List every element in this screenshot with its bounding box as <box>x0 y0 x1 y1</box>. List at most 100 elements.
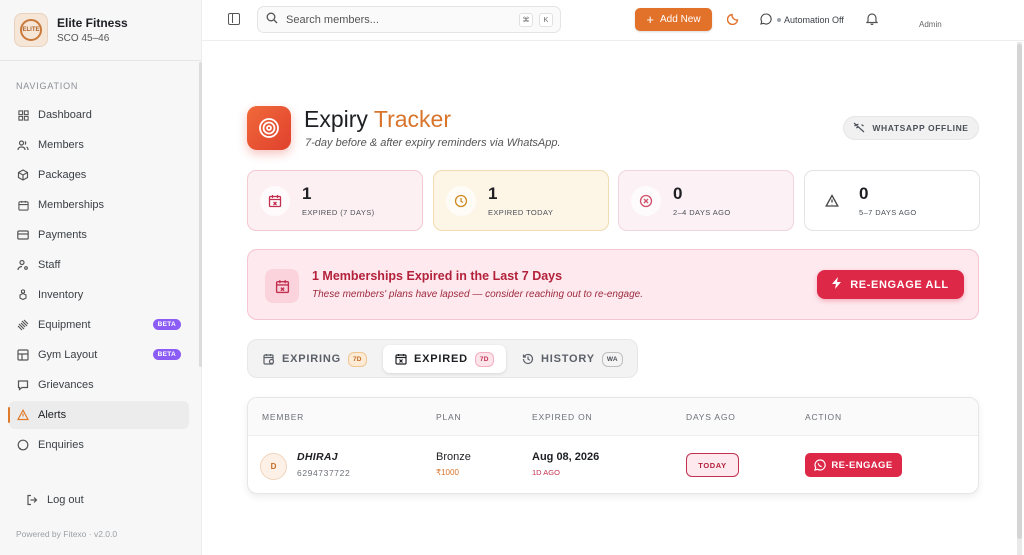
stat-label: 5–7 DAYS AGO <box>859 208 917 217</box>
banner-title: 1 Memberships Expired in the Last 7 Days <box>312 269 563 283</box>
banner-subtitle: These members' plans have lapsed — consi… <box>312 289 643 300</box>
sidebar-scrollbar[interactable] <box>199 62 202 367</box>
days-ago-badge: TODAY <box>686 453 739 477</box>
calendar-x-icon <box>395 353 407 365</box>
sidebar-item-label: Equipment <box>38 319 91 331</box>
sidebar-item-label: Grievances <box>38 379 94 391</box>
re-engage-all-button[interactable]: RE-ENGAGE ALL <box>817 270 964 299</box>
calendar-clock-icon <box>263 353 275 365</box>
tab-expiring[interactable]: EXPIRING 7D <box>263 345 367 373</box>
sidebar-item-equipment[interactable]: Equipment BETA <box>9 311 189 339</box>
sidebar-item-label: Memberships <box>38 199 105 211</box>
nav-heading: NAVIGATION <box>16 81 79 91</box>
whatsapp-status-label: WHATSAPP OFFLINE <box>872 123 969 133</box>
sidebar-item-inventory[interactable]: Inventory <box>9 281 189 309</box>
stat-value: 0 <box>859 184 869 203</box>
plan-price: ₹1000 <box>436 468 459 477</box>
status-dot <box>777 18 781 22</box>
plan-name: Bronze <box>436 451 471 463</box>
dumbbell-icon <box>17 319 29 331</box>
re-engage-all-label: RE-ENGAGE ALL <box>850 278 949 291</box>
user-cog-icon <box>17 259 29 271</box>
beta-badge: BETA <box>152 319 181 330</box>
re-engage-label: RE-ENGAGE <box>831 459 893 471</box>
calendar-icon <box>17 199 29 211</box>
sidebar-item-label: Enquiries <box>38 439 84 451</box>
brand-logo-mark: ELITE <box>20 19 42 41</box>
layout-icon <box>17 349 29 361</box>
user-label[interactable]: Admin <box>919 20 942 29</box>
whatsapp-icon <box>760 13 772 27</box>
tab-expired[interactable]: EXPIRED 7D <box>383 345 506 373</box>
moon-icon[interactable] <box>726 12 740 30</box>
add-new-label: Add New <box>660 14 701 25</box>
calendar-x-icon <box>260 185 290 216</box>
automation-label: Automation Off <box>784 15 844 25</box>
alert-triangle-icon <box>17 409 29 421</box>
calendar-x-icon <box>265 269 299 303</box>
sidebar: ELITE Elite Fitness SCO 45–46 NAVIGATION… <box>0 0 202 555</box>
sidebar-item-label: Inventory <box>38 289 84 301</box>
automation-toggle[interactable]: Automation Off <box>760 13 844 27</box>
member-name[interactable]: DHIRAJ <box>297 451 338 463</box>
whatsapp-status-badge[interactable]: WHATSAPP OFFLINE <box>843 116 979 140</box>
sidebar-item-payments[interactable]: Payments <box>9 221 189 249</box>
sidebar-item-members[interactable]: Members <box>9 131 189 159</box>
main-scrollbar[interactable] <box>1017 42 1022 555</box>
package-icon <box>17 169 29 181</box>
page-title-accent: Tracker <box>373 106 451 132</box>
bell-icon[interactable] <box>865 12 879 30</box>
page-subtitle: 7-day before & after expiry reminders vi… <box>305 137 561 149</box>
tab-badge: 7D <box>347 351 367 367</box>
logout-label: Log out <box>47 494 84 506</box>
message-icon <box>17 379 29 391</box>
brand-logo: ELITE <box>14 13 48 47</box>
chat-icon <box>17 439 29 451</box>
tab-history[interactable]: HISTORY WA <box>522 345 623 373</box>
tab-label: EXPIRED <box>414 353 468 365</box>
sidebar-item-label: Staff <box>38 259 61 271</box>
topbar: Search members... ⌘ K + Add New Automati… <box>202 0 1024 41</box>
kbd-k: K <box>539 13 553 27</box>
add-new-button[interactable]: + Add New <box>635 8 712 31</box>
sidebar-item-memberships[interactable]: Memberships <box>9 191 189 219</box>
powered-by: Powered by Fitexo · v2.0.0 <box>16 529 118 539</box>
tab-badge: 7D <box>474 351 494 367</box>
wifi-off-icon <box>853 122 865 135</box>
sidebar-item-staff[interactable]: Staff <box>9 251 189 279</box>
column-header: EXPIRED ON <box>532 412 593 422</box>
stat-label: EXPIRED (7 DAYS) <box>302 208 375 217</box>
boxes-icon <box>17 289 29 301</box>
sidebar-toggle-icon[interactable] <box>228 13 240 25</box>
kbd-cmd: ⌘ <box>519 13 533 27</box>
brand-subtitle: SCO 45–46 <box>57 33 110 44</box>
re-engage-button[interactable]: RE-ENGAGE <box>805 453 902 477</box>
sidebar-item-enquiries[interactable]: Enquiries <box>9 431 189 459</box>
table-header: MEMBER PLAN EXPIRED ON DAYS AGO ACTION <box>248 398 978 436</box>
sidebar-item-alerts[interactable]: Alerts <box>8 401 189 429</box>
search-input[interactable]: Search members... ⌘ K <box>257 6 561 33</box>
search-icon <box>266 11 278 29</box>
bolt-icon <box>832 277 842 292</box>
alert-triangle-icon <box>817 185 847 216</box>
sidebar-item-label: Dashboard <box>38 109 92 121</box>
brand-name: Elite Fitness <box>57 16 128 30</box>
expired-ago: 1D AGO <box>532 468 560 477</box>
logout-button[interactable]: Log out <box>18 486 198 514</box>
members-table: MEMBER PLAN EXPIRED ON DAYS AGO ACTION D… <box>247 397 979 494</box>
brand[interactable]: ELITE Elite Fitness SCO 45–46 <box>0 0 201 60</box>
tab-label: HISTORY <box>541 353 595 365</box>
sidebar-item-grievances[interactable]: Grievances <box>9 371 189 399</box>
sidebar-item-label: Packages <box>38 169 87 181</box>
stat-value: 1 <box>302 184 312 203</box>
logout-icon <box>26 494 38 506</box>
whatsapp-icon <box>814 459 827 471</box>
stat-label: 2–4 DAYS AGO <box>673 208 731 217</box>
sidebar-item-dashboard[interactable]: Dashboard <box>9 101 189 129</box>
sidebar-item-gym-layout[interactable]: Gym Layout BETA <box>9 341 189 369</box>
stat-label: EXPIRED TODAY <box>488 208 554 217</box>
beta-badge: BETA <box>152 349 181 360</box>
column-header: PLAN <box>436 412 462 422</box>
credit-card-icon <box>17 229 29 241</box>
sidebar-item-packages[interactable]: Packages <box>9 161 189 189</box>
